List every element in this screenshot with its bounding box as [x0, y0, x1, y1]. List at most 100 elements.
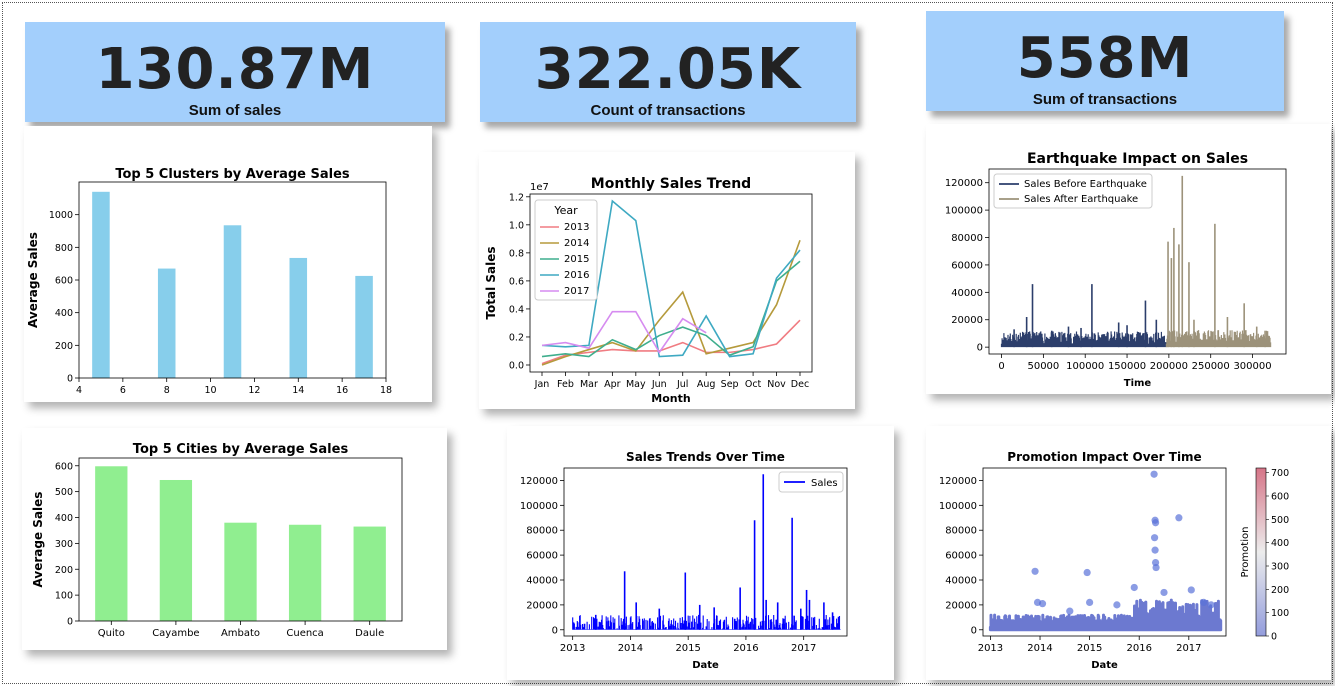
colorbar-tick-label: 300 [1271, 562, 1289, 573]
x-tick-label: Oct [745, 379, 762, 390]
y-tick-label: 40000 [526, 576, 558, 587]
x-tick-label: 2014 [1027, 643, 1052, 654]
y-tick-label: 20000 [945, 600, 977, 611]
y-tick-label: 120000 [520, 476, 558, 487]
x-tick-label: 300000 [1233, 361, 1271, 372]
y-tick-label: 600 [55, 461, 73, 472]
x-tick-label: 8 [164, 385, 170, 396]
chart-title: Promotion Impact Over Time [1007, 450, 1201, 464]
kpi-card-transactions: 558M Sum of transactions [926, 11, 1284, 111]
y-tick-label: 0 [552, 625, 558, 636]
plot-frame [563, 467, 848, 637]
x-tick-label: Jan [534, 379, 550, 390]
y-tick-label: 0.8 [509, 248, 524, 259]
kpi-sales-value: 130.87M [95, 37, 375, 102]
x-axis-label: Date [1091, 660, 1118, 671]
y-tick-label: 80000 [526, 526, 558, 537]
trends-chart-panel: Sales Trends Over Time 0 20000 40000 60000 80… [507, 426, 894, 680]
x-tick-label: 2017 [791, 643, 816, 654]
kpi-transactions-value: 558M [1016, 26, 1194, 91]
scatter-point [1083, 568, 1091, 577]
kpi-transactions-label: Sum of transactions [1032, 91, 1178, 108]
colorbar-tick-label: 400 [1271, 538, 1289, 549]
y-tick-label: 60000 [951, 260, 983, 271]
city-bar [159, 479, 193, 621]
y-tick-label: 400 [55, 308, 73, 319]
y-tick-label: 100000 [945, 206, 983, 217]
legend-label: 2017 [564, 286, 589, 297]
y-tick-label: 20000 [526, 600, 558, 611]
scatter-point [1151, 519, 1160, 527]
x-tick-label: 0 [998, 361, 1004, 372]
y-tick-label: 100 [55, 591, 73, 602]
cluster-bar [289, 257, 308, 378]
legend-label: 2013 [564, 222, 589, 233]
cities-chart: Top 5 Cities by Average Sales 0 100 200 300 4… [31, 442, 403, 639]
legend-title: Year [553, 204, 578, 217]
earthquake-chart-panel: Earthquake Impact on Sales 0 20000 40000 600… [926, 124, 1331, 394]
kpi-card-sales: 130.87M Sum of sales [25, 22, 445, 122]
colorbar-tick-label: 600 [1271, 492, 1289, 503]
y-tick-label: 80000 [951, 233, 983, 244]
x-tick-label: Jun [651, 379, 667, 390]
chart-title: Sales Trends Over Time [626, 450, 785, 464]
scatter-point [1152, 563, 1160, 572]
legend-label: Sales Before Earthquake [1024, 179, 1147, 190]
scatter-point [1160, 588, 1168, 597]
y-tick-label: 300 [55, 539, 73, 550]
x-tick-label: 250000 [1192, 361, 1230, 372]
x-tick-label: Sep [721, 379, 739, 390]
scatter-point [1200, 598, 1208, 606]
cluster-bar [223, 225, 242, 378]
x-tick-label: 200000 [1150, 361, 1188, 372]
legend-label: Sales After Earthquake [1024, 194, 1138, 205]
y-axis-label: Average Sales [31, 492, 45, 588]
x-tick-label: 4 [76, 385, 82, 396]
y-tick-label: 120000 [945, 178, 983, 189]
chart-title: Top 5 Cities by Average Sales [133, 442, 349, 457]
scatter-point [1113, 601, 1121, 609]
x-tick-label: 2016 [733, 643, 758, 654]
city-bar [224, 522, 257, 621]
promotion-chart: Promotion Impact Over Time 0 20000 40000 600… [939, 450, 1289, 671]
promotion-chart-panel: Promotion Impact Over Time 0 20000 40000 600… [926, 426, 1331, 680]
x-tick-label: Cayambe [152, 628, 199, 639]
y-tick-label: 400 [55, 513, 73, 524]
x-tick-label: 2014 [618, 643, 643, 654]
y-tick-label: 200 [55, 341, 73, 352]
chart-title: Monthly Sales Trend [591, 176, 751, 192]
x-tick-label: 2015 [675, 643, 700, 654]
cluster-bar [355, 275, 373, 378]
y-tick-label: 800 [55, 243, 73, 254]
city-bar [288, 524, 322, 621]
y-tick-label: 20000 [951, 315, 983, 326]
y-tick-label: 1000 [49, 210, 73, 221]
x-tick-label: 50000 [1027, 361, 1059, 372]
x-tick-label: 16 [336, 385, 348, 396]
x-axis-label: Month [651, 392, 690, 405]
y-tick-label: 500 [55, 487, 73, 498]
x-tick-label: 2013 [978, 643, 1003, 654]
y-tick-label: 0 [971, 625, 977, 636]
y-tick-label: 100000 [520, 501, 558, 512]
x-tick-label: 2017 [1176, 643, 1201, 654]
scatter-point [1086, 598, 1094, 606]
colorbar-tick-label: 0 [1271, 632, 1277, 643]
x-tick-label: 18 [380, 385, 392, 396]
colorbar-tick-label: 500 [1271, 515, 1289, 526]
clusters-chart-panel: Top 5 Clusters by Average Sales 0 200 400 60… [24, 126, 432, 402]
sales-body [572, 614, 841, 630]
monthly-chart: Monthly Sales Trend 1e7 0.0 0.2 0.4 0.6 0.8 1.0… [484, 176, 813, 405]
y-tick-label: 100000 [939, 501, 977, 512]
y-tick-label: 200 [55, 565, 73, 576]
y-axis-label: Average Sales [26, 232, 40, 328]
chart-title: Top 5 Clusters by Average Sales [115, 167, 350, 182]
trends-chart: Sales Trends Over Time 0 20000 40000 60000 80… [520, 450, 848, 671]
cities-chart-panel: Top 5 Cities by Average Sales 0 100 200 300 4… [22, 428, 447, 650]
scatter-point [1150, 470, 1158, 478]
chart-title: Earthquake Impact on Sales [1027, 151, 1248, 167]
cluster-bar [157, 268, 176, 378]
y-tick-label: 40000 [951, 288, 983, 299]
colorbar [1255, 467, 1267, 637]
scatter-point [1207, 601, 1215, 609]
